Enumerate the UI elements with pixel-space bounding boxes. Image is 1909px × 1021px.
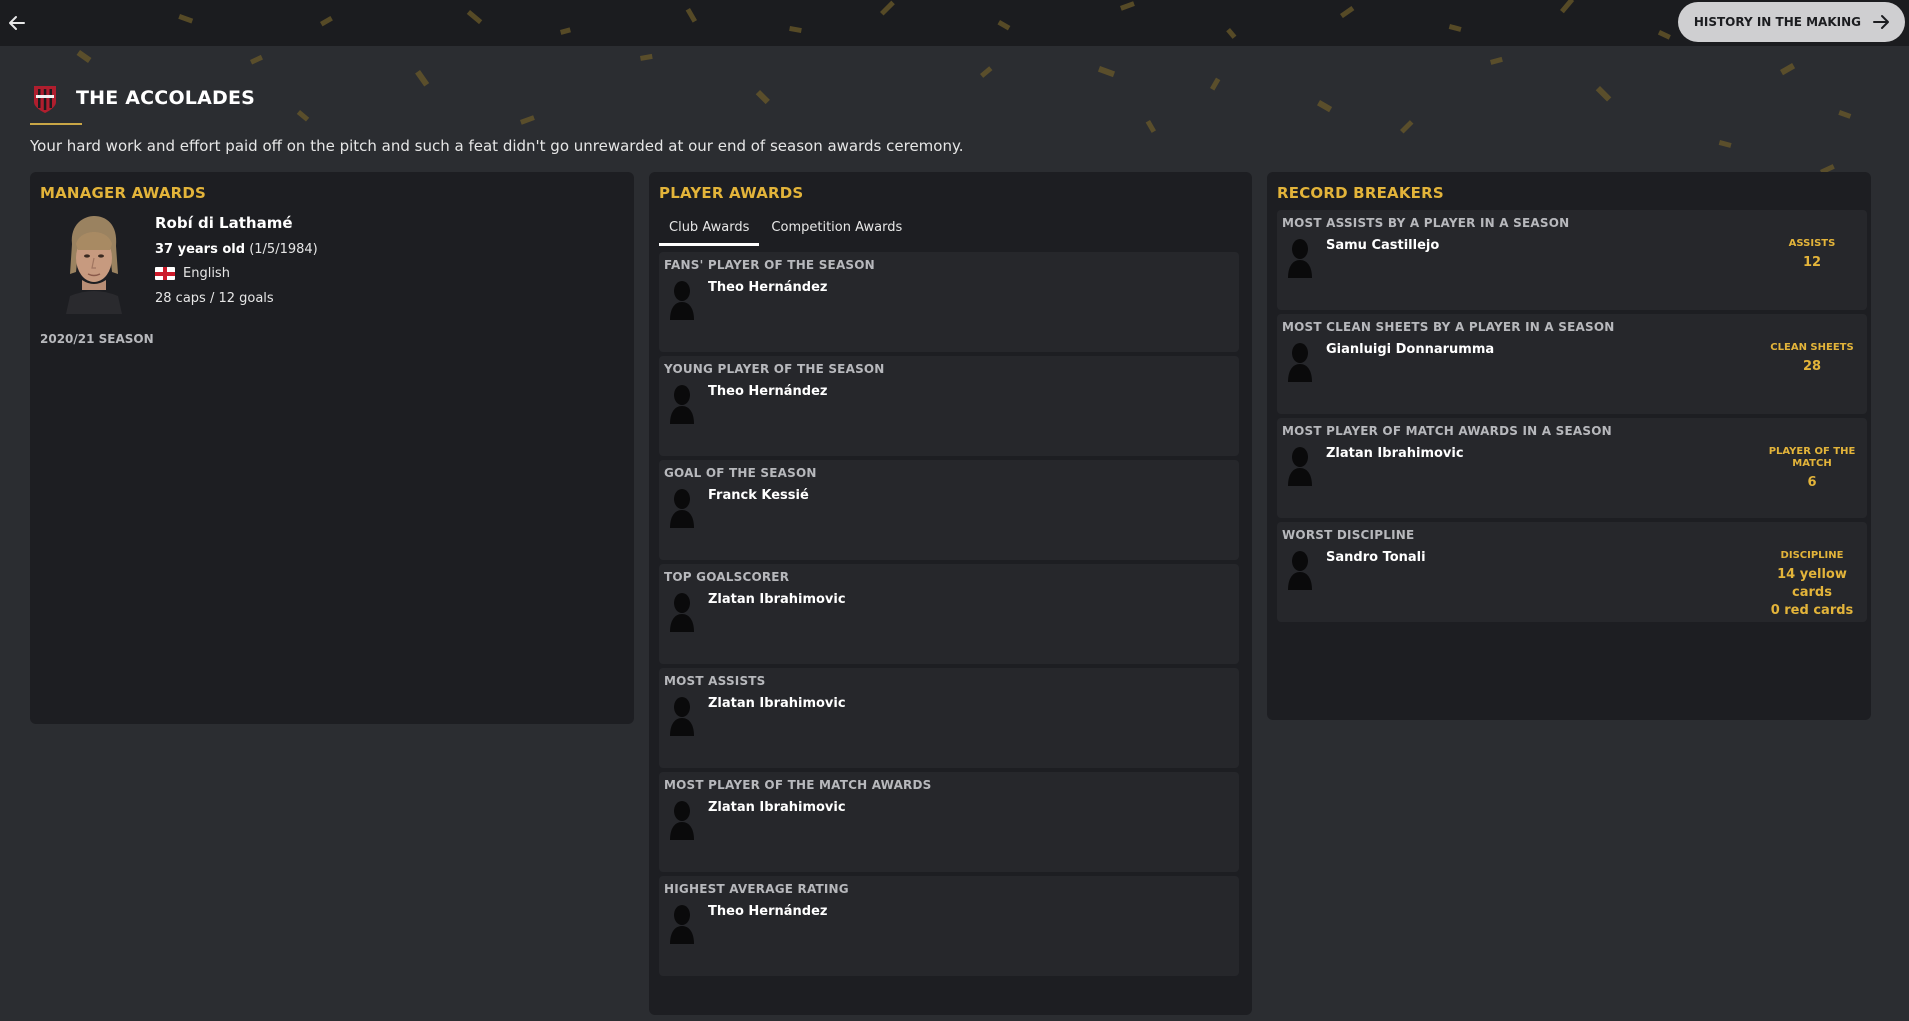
award-label: FANS' PLAYER OF THE SEASON	[664, 258, 875, 272]
record-stat-label: CLEAN SHEETS	[1770, 342, 1854, 353]
record-stat: ASSISTS 12	[1767, 238, 1857, 272]
title-underline	[30, 123, 82, 125]
player-awards-title: PLAYER AWARDS	[659, 184, 804, 202]
player-silhouette-icon	[1288, 447, 1312, 486]
record-stat-value: 28	[1802, 359, 1822, 374]
award-player-name[interactable]: Zlatan Ibrahimovic	[708, 592, 846, 607]
record-stat-value: 12	[1802, 255, 1822, 270]
record-player-name[interactable]: Samu Castillejo	[1326, 238, 1439, 253]
award-card[interactable]: GOAL OF THE SEASON Franck Kessié	[659, 460, 1239, 560]
award-card[interactable]: FANS' PLAYER OF THE SEASON Theo Hernánde…	[659, 252, 1239, 352]
record-stat: PLAYER OF THE MATCH 6	[1767, 446, 1857, 492]
award-label: YOUNG PLAYER OF THE SEASON	[664, 362, 885, 376]
record-stat-value-2: 0 red cards	[1770, 603, 1854, 618]
record-player-name[interactable]: Sandro Tonali	[1326, 550, 1426, 565]
player-silhouette-icon	[670, 281, 694, 320]
record-card[interactable]: MOST PLAYER OF MATCH AWARDS IN A SEASON …	[1277, 418, 1867, 518]
page-subtitle: Your hard work and effort paid off on th…	[30, 137, 964, 155]
record-label: MOST ASSISTS BY A PLAYER IN A SEASON	[1282, 216, 1570, 230]
record-card[interactable]: MOST CLEAN SHEETS BY A PLAYER IN A SEASO…	[1277, 314, 1867, 414]
player-awards-tabs: Club Awards Competition Awards	[659, 216, 912, 246]
player-silhouette-icon	[670, 593, 694, 632]
history-in-the-making-button[interactable]: HISTORY IN THE MAKING	[1677, 2, 1905, 42]
player-silhouette-icon	[670, 385, 694, 424]
award-label: TOP GOALSCORER	[664, 570, 790, 584]
award-player-name[interactable]: Zlatan Ibrahimovic	[708, 800, 846, 815]
manager-avatar[interactable]	[60, 214, 128, 314]
arrow-left-icon	[9, 16, 25, 30]
record-label: WORST DISCIPLINE	[1282, 528, 1415, 542]
player-awards-panel: PLAYER AWARDS Club Awards Competition Aw…	[649, 172, 1252, 1015]
manager-awards-title: MANAGER AWARDS	[40, 184, 207, 202]
manager-name[interactable]: Robí di Lathamé	[155, 214, 293, 232]
manager-nationality: English	[155, 266, 230, 281]
history-button-label: HISTORY IN THE MAKING	[1693, 15, 1861, 29]
award-player-name[interactable]: Theo Hernández	[708, 280, 827, 295]
record-stat: CLEAN SHEETS 28	[1767, 342, 1857, 376]
record-player-name[interactable]: Gianluigi Donnarumma	[1326, 342, 1494, 357]
manager-season: 2020/21 SEASON	[40, 332, 154, 346]
award-card[interactable]: MOST ASSISTS Zlatan Ibrahimovic	[659, 668, 1239, 768]
record-stat-label: PLAYER OF THE MATCH	[1768, 446, 1856, 469]
award-label: MOST ASSISTS	[664, 674, 766, 688]
manager-caps-goals: 28 caps / 12 goals	[155, 291, 274, 306]
player-silhouette-icon	[670, 489, 694, 528]
top-bar: HISTORY IN THE MAKING	[0, 0, 1909, 46]
record-card[interactable]: WORST DISCIPLINE Sandro Tonali DISCIPLIN…	[1277, 522, 1867, 622]
award-player-name[interactable]: Zlatan Ibrahimovic	[708, 696, 846, 711]
back-button[interactable]	[4, 10, 30, 36]
club-crest-icon	[34, 86, 56, 113]
player-silhouette-icon	[1288, 239, 1312, 278]
record-stat-value: 14 yellow cards	[1777, 567, 1847, 600]
player-silhouette-icon	[670, 801, 694, 840]
award-label: HIGHEST AVERAGE RATING	[664, 882, 849, 896]
award-player-name[interactable]: Theo Hernández	[708, 904, 827, 919]
record-stat-label: DISCIPLINE	[1780, 550, 1844, 561]
award-player-name[interactable]: Franck Kessié	[708, 488, 809, 503]
manager-dob: (1/5/1984)	[249, 242, 318, 257]
manager-awards-panel: MANAGER AWARDS Robí di Lathamé 37 years …	[30, 172, 634, 724]
award-card[interactable]: YOUNG PLAYER OF THE SEASON Theo Hernánde…	[659, 356, 1239, 456]
record-label: MOST CLEAN SHEETS BY A PLAYER IN A SEASO…	[1282, 320, 1615, 334]
tab-competition-awards[interactable]: Competition Awards	[761, 216, 912, 246]
award-player-name[interactable]: Theo Hernández	[708, 384, 827, 399]
page-title: THE ACCOLADES	[76, 87, 256, 109]
award-label: GOAL OF THE SEASON	[664, 466, 817, 480]
award-label: MOST PLAYER OF THE MATCH AWARDS	[664, 778, 932, 792]
award-card[interactable]: TOP GOALSCORER Zlatan Ibrahimovic	[659, 564, 1239, 664]
record-stat: DISCIPLINE 14 yellow cards 0 red cards	[1767, 550, 1857, 620]
record-stat-label: ASSISTS	[1788, 238, 1836, 249]
record-player-name[interactable]: Zlatan Ibrahimovic	[1326, 446, 1464, 461]
manager-age-years: 37 years old	[155, 242, 246, 257]
record-label: MOST PLAYER OF MATCH AWARDS IN A SEASON	[1282, 424, 1612, 438]
arrow-right-icon	[1873, 15, 1889, 29]
manager-nationality-label: English	[183, 266, 230, 281]
award-card[interactable]: MOST PLAYER OF THE MATCH AWARDS Zlatan I…	[659, 772, 1239, 872]
england-flag-icon	[155, 267, 175, 280]
player-silhouette-icon	[670, 697, 694, 736]
manager-age: 37 years old (1/5/1984)	[155, 242, 318, 257]
tab-club-awards[interactable]: Club Awards	[659, 216, 760, 246]
player-silhouette-icon	[1288, 343, 1312, 382]
award-card[interactable]: HIGHEST AVERAGE RATING Theo Hernández	[659, 876, 1239, 976]
record-breakers-title: RECORD BREAKERS	[1277, 184, 1444, 202]
record-stat-value: 6	[1807, 475, 1817, 490]
record-card[interactable]: MOST ASSISTS BY A PLAYER IN A SEASON Sam…	[1277, 210, 1867, 310]
record-breakers-panel: RECORD BREAKERS MOST ASSISTS BY A PLAYER…	[1267, 172, 1871, 720]
player-silhouette-icon	[1288, 551, 1312, 590]
player-silhouette-icon	[670, 905, 694, 944]
